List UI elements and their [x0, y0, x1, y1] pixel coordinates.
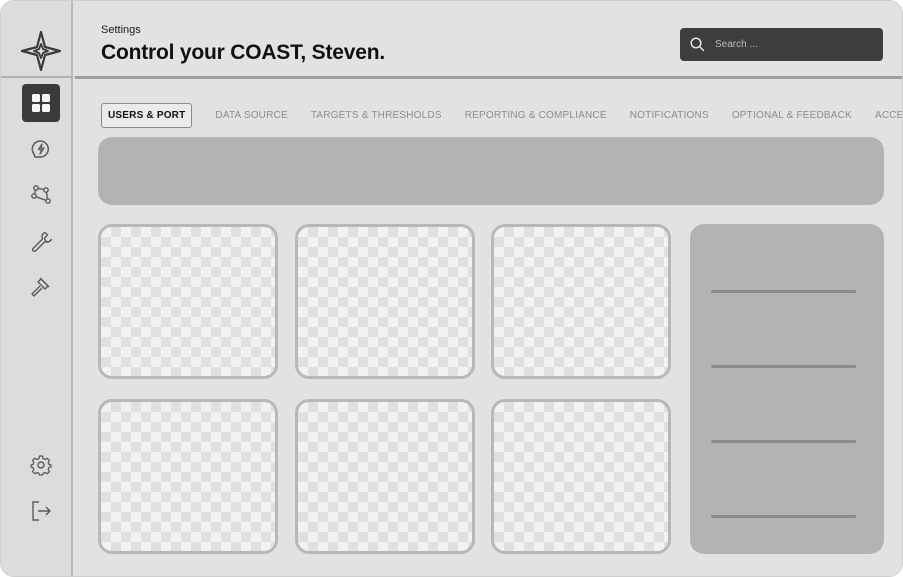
image-placeholder-card[interactable]	[98, 224, 278, 379]
settings-tabs: USERS & PORT DATA SOURCE TARGETS & THRES…	[101, 102, 902, 128]
gear-icon	[30, 455, 52, 476]
grid-icon	[32, 94, 50, 112]
search-box[interactable]	[680, 28, 883, 61]
sidebar-item-dashboard[interactable]	[22, 84, 60, 122]
image-placeholder-card[interactable]	[295, 399, 475, 554]
tab-optional-feedback[interactable]: OPTIONAL & FEEDBACK	[732, 110, 852, 121]
placeholder-line	[711, 440, 856, 443]
sidebar-item-energy[interactable]	[22, 130, 60, 168]
nodes-icon	[31, 185, 51, 204]
sidebar-item-tools[interactable]	[22, 222, 60, 260]
image-placeholder-card[interactable]	[98, 399, 278, 554]
wrench-icon	[32, 231, 52, 252]
image-placeholder-card[interactable]	[491, 224, 671, 379]
sidebar-item-logout[interactable]	[22, 492, 60, 530]
side-panel-placeholder	[690, 224, 884, 554]
page-title: Control your COAST, Steven.	[101, 41, 385, 64]
gavel-icon	[31, 277, 50, 297]
sidebar-item-settings[interactable]	[22, 446, 60, 484]
placeholder-line	[711, 365, 856, 368]
tab-data-source[interactable]: DATA SOURCE	[215, 110, 287, 121]
sidebar-item-compliance[interactable]	[22, 268, 60, 306]
banner-placeholder	[98, 137, 884, 205]
sidebar	[1, 1, 73, 576]
tab-notifications[interactable]: NOTIFICATIONS	[630, 110, 709, 121]
image-placeholder-card[interactable]	[491, 399, 671, 554]
compass-star-icon[interactable]	[19, 29, 63, 73]
tab-users-port[interactable]: USERS & PORT	[101, 102, 193, 128]
header-divider	[75, 76, 902, 79]
lightning-icon	[31, 140, 50, 158]
image-placeholder-card[interactable]	[295, 224, 475, 379]
tab-accessibility[interactable]: ACCESSIBLITY	[875, 110, 902, 121]
tab-targets-thresholds[interactable]: TARGETS & THRESHOLDS	[311, 110, 442, 121]
breadcrumb: Settings	[101, 24, 141, 36]
placeholder-line	[711, 290, 856, 293]
page-header: Settings Control your COAST, Steven.	[75, 1, 902, 76]
search-input[interactable]	[715, 39, 865, 50]
logout-icon	[32, 501, 51, 521]
search-icon	[690, 37, 705, 52]
sidebar-divider	[1, 76, 73, 78]
tab-reporting-compliance[interactable]: REPORTING & COMPLIANCE	[465, 110, 607, 121]
app-window: Settings Control your COAST, Steven. USE…	[0, 0, 903, 577]
sidebar-item-network[interactable]	[22, 176, 60, 214]
placeholder-line	[711, 515, 856, 518]
